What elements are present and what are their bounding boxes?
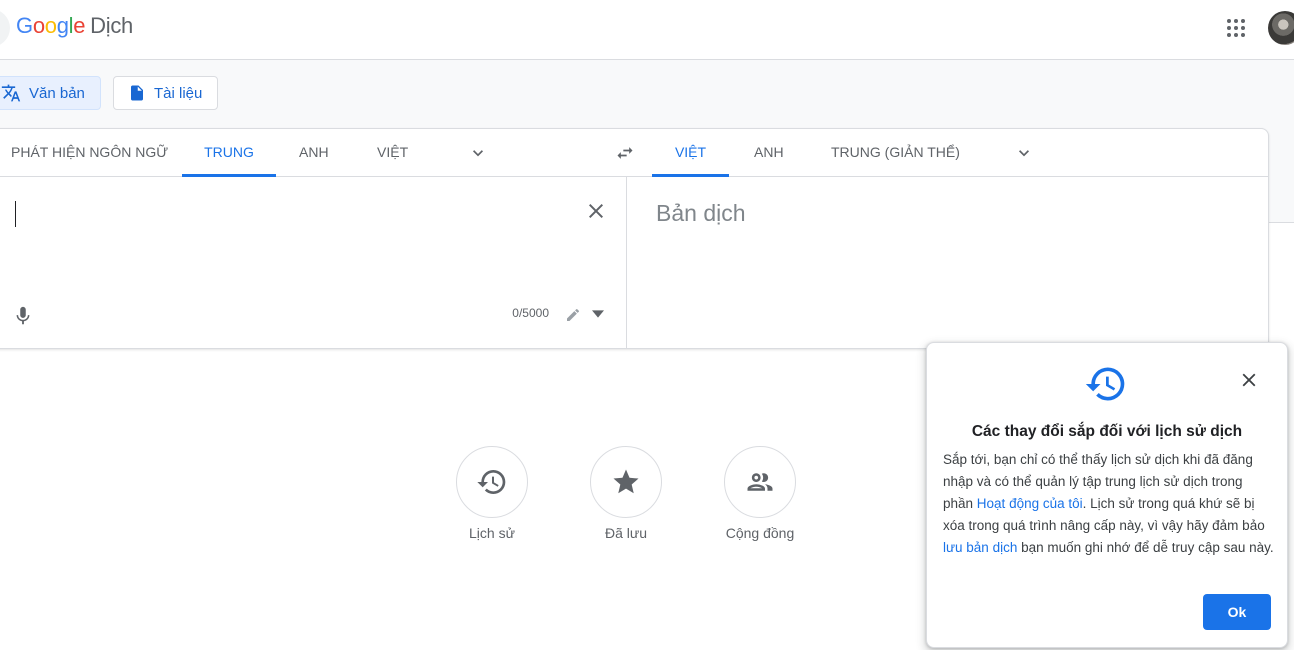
microphone-icon[interactable]: [12, 305, 34, 327]
apps-grid-icon[interactable]: [1224, 16, 1248, 40]
dialog-title: Các thay đổi sắp đối với lịch sử dịch: [971, 423, 1243, 440]
document-icon: [131, 85, 143, 101]
product-name: Dịch: [90, 13, 133, 38]
my-activity-link[interactable]: Hoạt động của tôi: [977, 496, 1083, 511]
panel-divider: [626, 177, 627, 348]
community-button[interactable]: [724, 446, 796, 518]
community-label: Cộng đồng: [725, 525, 795, 541]
documents-mode-label: Tài liệu: [154, 84, 203, 102]
tab-detect-language[interactable]: PHÁT HIỆN NGÔN NGỮ: [11, 129, 168, 176]
tab-target-chinese-simplified[interactable]: TRUNG (GIẢN THỂ): [831, 129, 960, 176]
save-translations-link[interactable]: lưu bản dịch: [943, 540, 1017, 555]
dialog-text: bạn muốn ghi nhớ để dễ truy cập sau này.: [1017, 540, 1274, 555]
app-header: Google Dịch: [0, 0, 1294, 60]
handwriting-pencil-icon[interactable]: [565, 307, 581, 323]
source-text-input[interactable]: [15, 201, 16, 227]
input-tools-caret-down-icon[interactable]: [592, 309, 604, 319]
logo-letter: o: [44, 13, 57, 38]
logo-letter: e: [73, 13, 86, 38]
history-icon: [1085, 367, 1125, 401]
documents-mode-button[interactable]: Tài liệu: [113, 76, 218, 110]
language-bar: PHÁT HIỆN NGÔN NGỮ TRUNG ANH VIỆT VIỆT A…: [0, 129, 1268, 177]
tab-target-vietnamese[interactable]: VIỆT: [652, 129, 729, 177]
target-more-chevron-down-icon[interactable]: [1014, 143, 1034, 163]
text-mode-label: Văn bản: [29, 84, 85, 102]
history-changes-dialog: Các thay đổi sắp đối với lịch sử dịch Sắ…: [926, 342, 1288, 648]
character-count: 0/5000: [512, 306, 549, 320]
text-mode-button[interactable]: Văn bản: [0, 76, 101, 110]
google-translate-logo[interactable]: Google Dịch: [16, 13, 133, 39]
tab-target-english[interactable]: ANH: [754, 129, 784, 176]
ok-button[interactable]: Ok: [1203, 594, 1271, 630]
star-icon: [613, 469, 639, 494]
divider: [1268, 222, 1294, 223]
source-more-chevron-down-icon[interactable]: [468, 143, 488, 163]
logo-letter: o: [32, 13, 45, 38]
dialog-close-icon[interactable]: [1238, 369, 1260, 391]
history-label: Lịch sử: [469, 525, 515, 541]
community-icon: [747, 473, 773, 491]
translate-icon: [1, 84, 21, 102]
tab-source-vietnamese[interactable]: VIỆT: [377, 129, 408, 176]
clear-source-close-icon[interactable]: [584, 199, 608, 223]
translate-card: PHÁT HIỆN NGÔN NGỮ TRUNG ANH VIỆT VIỆT A…: [0, 128, 1269, 349]
saved-label: Đã lưu: [604, 525, 648, 541]
history-button[interactable]: [456, 446, 528, 518]
logo-letter: G: [16, 13, 33, 38]
translation-output-placeholder: Bản dịch: [656, 200, 746, 226]
dialog-body: Sắp tới, bạn chỉ có thể thấy lịch sử dịc…: [943, 449, 1275, 559]
tab-source-english[interactable]: ANH: [299, 129, 329, 176]
main-menu-button[interactable]: [0, 9, 10, 47]
swap-languages-icon[interactable]: [614, 143, 636, 163]
history-icon: [477, 470, 506, 494]
account-avatar[interactable]: [1268, 11, 1294, 45]
tab-source-chinese[interactable]: TRUNG: [182, 129, 276, 177]
logo-letter: g: [56, 13, 69, 38]
saved-button[interactable]: [590, 446, 662, 518]
